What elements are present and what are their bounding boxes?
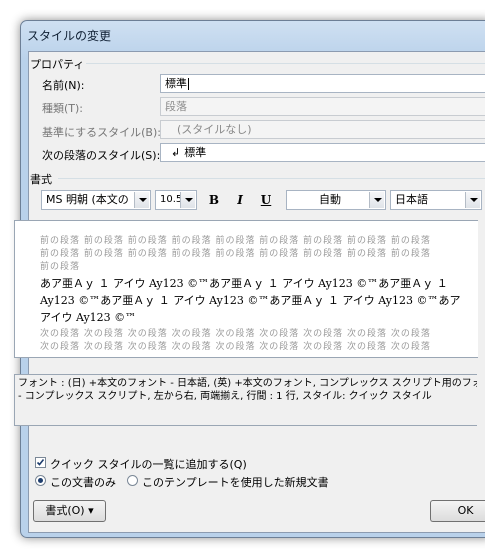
language-combo[interactable]: 日本語 — [390, 190, 482, 210]
quick-style-label[interactable]: クイック スタイルの一覧に追加する(Q) — [50, 456, 247, 472]
font-color-combo[interactable]: 自動 — [286, 190, 386, 210]
properties-group-label: プロパティ — [30, 58, 85, 71]
text-caret — [188, 78, 189, 90]
preview-prev-paragraph: 前の段落 — [40, 262, 81, 272]
italic-button[interactable]: I — [230, 190, 250, 210]
type-select-value: 段落 — [165, 100, 187, 113]
font-name-combo[interactable]: MS 明朝 (本文の — [41, 190, 151, 210]
this-document-label[interactable]: この文書のみ — [50, 474, 116, 490]
type-select[interactable]: 段落 — [160, 97, 485, 116]
style-preview-pane: 前の段落 前の段落 前の段落 前の段落 前の段落 前の段落 前の段落 前の段落 … — [14, 220, 478, 358]
style-description: フォント : (日) +本文のフォント - 日本語, (英) +本文のフォント,… — [14, 374, 477, 426]
font-name-value: MS 明朝 (本文の — [46, 193, 129, 206]
new-documents-radio[interactable] — [127, 475, 138, 486]
check-icon — [36, 459, 45, 466]
properties-divider — [86, 63, 485, 64]
name-label: 名前(N): — [42, 79, 85, 92]
next-style-label: 次の段落のスタイル(S): — [42, 149, 161, 162]
this-document-radio[interactable] — [35, 475, 46, 486]
type-label: 種類(T): — [42, 102, 84, 115]
window-title: スタイルの変更 — [27, 29, 112, 43]
based-on-label: 基準にするスタイル(B): — [42, 126, 161, 139]
paragraph-return-icon: ↲ — [171, 146, 181, 159]
underline-button[interactable]: U — [256, 190, 276, 210]
font-size-dropdown-icon[interactable] — [180, 192, 195, 208]
quick-style-checkbox[interactable] — [35, 457, 46, 468]
next-style-select[interactable]: ↲ 標準 — [160, 143, 485, 162]
description-line: - コンプレックス スクリプト, 左から右, 両端揃え, 行間 : 1 行, ス… — [18, 391, 432, 402]
font-size-combo[interactable]: 10.5 — [155, 190, 197, 210]
name-input-value: 標準 — [165, 77, 187, 90]
based-on-select-value: (スタイルなし) — [177, 123, 252, 136]
new-documents-label[interactable]: このテンプレートを使用した新規文書 — [142, 474, 329, 490]
bold-button[interactable]: B — [204, 190, 224, 210]
language-value: 日本語 — [395, 193, 428, 206]
based-on-select[interactable]: (スタイルなし) — [160, 120, 485, 139]
font-color-dropdown-icon[interactable] — [369, 192, 384, 208]
preview-sample-text: Ay123 ©™あア亜Ａｙ １ アイウ Ay123 ©™あア亜Ａｙ １ アイウ … — [40, 294, 461, 307]
formatting-group-label: 書式 — [30, 173, 52, 186]
font-color-value: 自動 — [319, 193, 341, 206]
ok-button[interactable]: OK — [430, 500, 485, 522]
preview-next-paragraph: 次の段落 次の段落 次の段落 次の段落 次の段落 次の段落 次の段落 次の段落 … — [40, 329, 431, 339]
name-input[interactable]: 標準 — [160, 74, 485, 93]
preview-next-paragraph: 次の段落 次の段落 次の段落 次の段落 次の段落 次の段落 次の段落 次の段落 … — [40, 342, 431, 352]
formatting-divider — [58, 178, 485, 179]
language-dropdown-icon[interactable] — [465, 192, 480, 208]
description-line: フォント : (日) +本文のフォント - 日本語, (英) +本文のフォント,… — [18, 378, 477, 389]
next-style-select-value: 標準 — [184, 146, 207, 159]
format-button[interactable]: 書式(O) ▾ — [33, 500, 106, 522]
preview-sample-text: あア亜Ａｙ １ アイウ Ay123 ©™あア亜Ａｙ １ アイウ Ay123 ©™… — [40, 277, 448, 290]
preview-prev-paragraph: 前の段落 前の段落 前の段落 前の段落 前の段落 前の段落 前の段落 前の段落 … — [40, 236, 431, 246]
font-name-dropdown-icon[interactable] — [134, 192, 149, 208]
preview-sample-text: アイウ Ay123 ©™ — [40, 311, 137, 324]
font-size-value: 10.5 — [160, 194, 183, 205]
preview-prev-paragraph: 前の段落 前の段落 前の段落 前の段落 前の段落 前の段落 前の段落 前の段落 … — [40, 249, 431, 259]
